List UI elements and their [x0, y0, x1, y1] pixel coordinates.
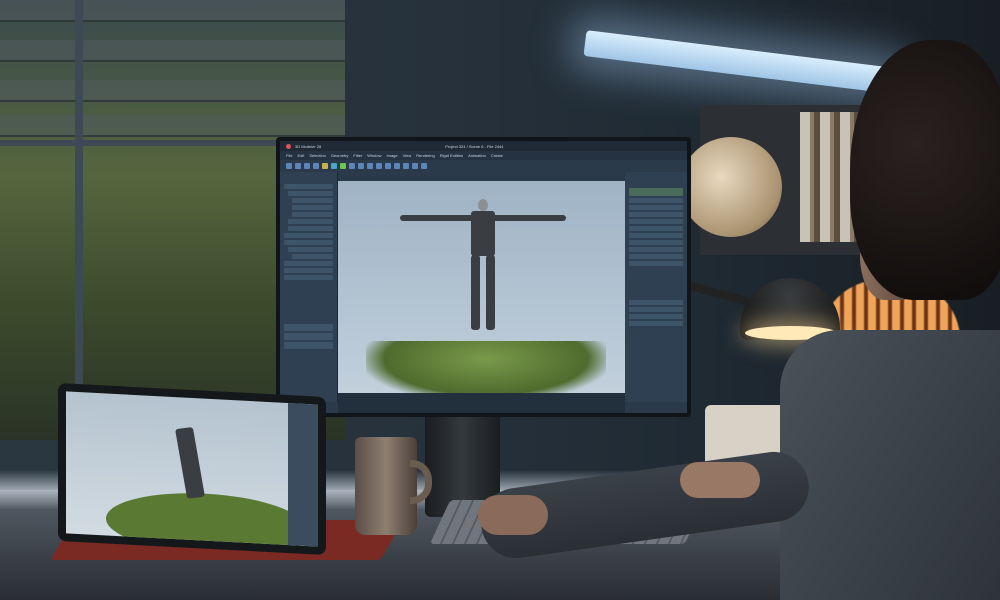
property-row[interactable]: [629, 219, 683, 224]
person-hair: [850, 40, 1000, 300]
menu-rendering[interactable]: Rendering: [416, 153, 434, 158]
outliner-item[interactable]: [288, 219, 333, 224]
window-frame: [75, 0, 83, 440]
property-row[interactable]: [629, 261, 683, 266]
menu-view[interactable]: View: [403, 153, 412, 158]
outliner-item[interactable]: [284, 240, 333, 245]
tool-icon[interactable]: [331, 163, 337, 169]
app-name: 3D Modeler 28: [295, 143, 322, 149]
menu-edit[interactable]: Edit: [297, 153, 304, 158]
tool-icon[interactable]: [403, 163, 409, 169]
panel-button[interactable]: [284, 324, 333, 331]
scene-outliner-panel: [280, 172, 338, 402]
tool-icon[interactable]: [412, 163, 418, 169]
monitor-screen: 3D Modeler 28 Project 324 / Scene 6 - Fi…: [280, 141, 687, 413]
outliner-item[interactable]: [284, 261, 333, 266]
property-row[interactable]: [629, 212, 683, 217]
property-row[interactable]: [629, 321, 683, 326]
menu-file[interactable]: File: [286, 153, 292, 158]
tool-icon[interactable]: [367, 163, 373, 169]
outliner-item[interactable]: [292, 212, 333, 217]
person-hand: [680, 462, 760, 498]
outliner-item[interactable]: [288, 191, 333, 196]
blind-slat: [0, 80, 345, 102]
menu-geometry[interactable]: Geometry: [331, 153, 349, 158]
menu-rigid-entities[interactable]: Rigid Entities: [440, 153, 463, 158]
menu-image[interactable]: Image: [387, 153, 398, 158]
grass-mound: [366, 341, 606, 401]
tool-icon[interactable]: [376, 163, 382, 169]
title-bar: 3D Modeler 28 Project 324 / Scene 6 - Fi…: [280, 141, 687, 151]
menu-create[interactable]: Create: [491, 153, 503, 158]
properties-panel: [625, 172, 687, 402]
coffee-mug: [355, 437, 417, 535]
outliner-item[interactable]: [292, 198, 333, 203]
outliner-item[interactable]: [284, 184, 333, 189]
tablet-screen: [66, 391, 318, 547]
tool-icon[interactable]: [358, 163, 364, 169]
person-body: [780, 330, 1000, 600]
character-arms: [400, 215, 566, 221]
app-logo-icon: [286, 143, 291, 149]
tablet-grass: [106, 488, 306, 547]
character-head: [478, 199, 488, 211]
menu-animation[interactable]: Animation: [468, 153, 486, 158]
tool-icon[interactable]: [340, 163, 346, 169]
menu-filter[interactable]: Filter: [353, 153, 362, 158]
menu-window[interactable]: Window: [367, 153, 381, 158]
panel-button[interactable]: [284, 342, 333, 349]
tablet: [58, 382, 326, 556]
tablet-character: [175, 427, 205, 499]
properties-tabs[interactable]: [629, 188, 683, 196]
tool-icon[interactable]: [304, 163, 310, 169]
outliner-item[interactable]: [288, 226, 333, 231]
panel-button[interactable]: [284, 333, 333, 340]
property-row[interactable]: [629, 254, 683, 259]
property-row[interactable]: [629, 226, 683, 231]
globe-lamp: [680, 137, 782, 237]
timeline[interactable]: [338, 393, 625, 413]
property-row[interactable]: [629, 233, 683, 238]
property-row[interactable]: [629, 240, 683, 245]
document-title: Project 324 / Scene 6 - File 2444: [445, 143, 504, 149]
tool-icon[interactable]: [286, 163, 292, 169]
blind-slat: [0, 0, 345, 22]
tool-icon[interactable]: [295, 163, 301, 169]
monitor: 3D Modeler 28 Project 324 / Scene 6 - Fi…: [276, 137, 691, 417]
outliner-item[interactable]: [292, 205, 333, 210]
property-row[interactable]: [629, 205, 683, 210]
property-row[interactable]: [629, 307, 683, 312]
menu-bar: File Edit Selection Geometry Filter Wind…: [280, 151, 687, 160]
tool-icon[interactable]: [313, 163, 319, 169]
property-row[interactable]: [629, 247, 683, 252]
3d-viewport[interactable]: [338, 181, 625, 401]
property-row[interactable]: [629, 314, 683, 319]
tool-icon[interactable]: [349, 163, 355, 169]
character-leg: [486, 255, 495, 330]
tool-icon[interactable]: [394, 163, 400, 169]
tool-icon[interactable]: [322, 163, 328, 169]
outliner-item[interactable]: [284, 275, 333, 280]
toolbar: [280, 160, 687, 172]
blind-slat: [0, 40, 345, 62]
tool-icon[interactable]: [421, 163, 427, 169]
person-hand: [478, 495, 548, 535]
blind-slat: [0, 115, 345, 137]
outliner-item[interactable]: [284, 233, 333, 238]
property-row[interactable]: [629, 300, 683, 305]
outliner-item[interactable]: [292, 254, 333, 259]
character-leg: [471, 255, 480, 330]
tablet-sidebar: [288, 403, 318, 547]
property-row[interactable]: [629, 198, 683, 203]
menu-selection[interactable]: Selection: [309, 153, 325, 158]
outliner-item[interactable]: [284, 268, 333, 273]
tool-icon[interactable]: [385, 163, 391, 169]
outliner-item[interactable]: [288, 247, 333, 252]
